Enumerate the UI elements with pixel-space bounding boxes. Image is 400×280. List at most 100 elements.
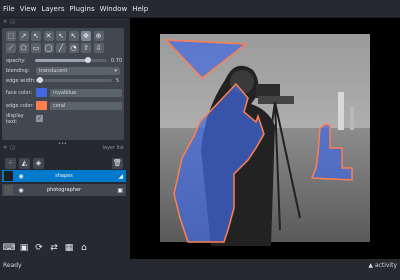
layer-name: photographer: [46, 187, 82, 193]
roll-dims-button[interactable]: ⟳: [33, 242, 45, 254]
viewer-buttons: ⌨ ▣ ⟳ ⇄ ▦ ⌂: [0, 240, 130, 256]
transform-icon: ⊕: [95, 31, 102, 40]
float-dock-icon[interactable]: ◲: [10, 145, 15, 151]
points-icon: ⁘: [7, 159, 14, 167]
layer-row-shapes[interactable]: ◉ shapes ◢: [2, 170, 126, 182]
status-text: Ready: [3, 261, 22, 269]
layer-buttons: ⁘ ◭ ◈ 🗑: [2, 156, 126, 170]
select-vertices-icon: ↖: [33, 31, 39, 40]
tool-grid: ⬚ ↗ ↖ ✕ ↖ ↖ ✥ ⊕ ⟋ ⬠ ▭ ◯ ╱ ◔ ⇧ ⇩: [6, 31, 105, 53]
delete-layer-button[interactable]: 🗑: [112, 157, 123, 169]
rectangle-icon: ▭: [32, 43, 40, 52]
opacity-slider[interactable]: [34, 57, 107, 63]
ellipse-button[interactable]: ◯: [43, 43, 54, 53]
blending-row: blending: translucent ▾: [6, 66, 122, 75]
select-shapes-icon: ↖: [58, 31, 64, 40]
menu-plugins[interactable]: Plugins: [70, 5, 95, 13]
face-color-input[interactable]: royalblue: [50, 88, 122, 97]
edge-color-input[interactable]: coral: [50, 101, 122, 110]
opacity-value: 0.70: [110, 57, 122, 64]
float-dock-icon[interactable]: ◲: [10, 19, 15, 25]
vertex-remove-button[interactable]: ↗: [18, 31, 29, 41]
path-icon: ⟋: [8, 43, 14, 52]
blending-select[interactable]: translucent ▾: [36, 66, 120, 75]
pan-zoom-button[interactable]: ✥: [81, 31, 91, 41]
face-color-swatch[interactable]: [36, 88, 47, 97]
polygon-icon: ⬠: [20, 43, 27, 52]
path-button[interactable]: ⟋: [6, 43, 16, 53]
opacity-label: opacity:: [6, 57, 26, 64]
close-dock-icon[interactable]: ✕: [3, 19, 7, 25]
terminal-icon: ⌨: [2, 243, 16, 253]
new-shapes-layer-button[interactable]: ◭: [19, 157, 30, 169]
layer-list-title: layer list: [102, 145, 124, 151]
face-color-label: face color:: [6, 89, 33, 96]
layer-controls-titlebar: ✕ ◲: [0, 18, 128, 26]
labels-icon: ◈: [35, 159, 42, 167]
vertex-remove-icon: ↗: [20, 31, 27, 40]
polygon-button[interactable]: ⬠: [18, 43, 29, 53]
move-back-button[interactable]: ⇩: [93, 43, 104, 53]
move-front-icon: ⇧: [83, 43, 89, 52]
line-button[interactable]: ╱: [56, 43, 66, 53]
menu-window[interactable]: Window: [100, 5, 128, 13]
vertex-insert-button[interactable]: ⬚: [6, 31, 16, 41]
transpose-icon: ⇄: [50, 243, 58, 253]
activity-toggle[interactable]: ▲ activity: [368, 262, 397, 269]
rectangle-button[interactable]: ▭: [31, 43, 41, 53]
layer-list-titlebar: ✕ ◲ layer list: [0, 144, 128, 152]
edge-width-row: edge width: 5: [6, 76, 122, 85]
pan-zoom-icon: ✥: [83, 31, 89, 40]
delete-shape-button[interactable]: ✕: [43, 31, 54, 41]
direct-select-icon: ↖: [70, 31, 77, 40]
edge-width-slider[interactable]: [36, 77, 112, 83]
select-vertices-button[interactable]: ↖: [31, 31, 41, 41]
layer-controls-panel: ⬚ ↗ ↖ ✕ ↖ ↖ ✥ ⊕ ⟋ ⬠ ▭ ◯ ╱ ◔ ⇧ ⇩ opacity: 0.70 blending:…: [2, 28, 124, 140]
transpose-button[interactable]: ⇄: [48, 242, 60, 254]
canvas-svg: [160, 34, 370, 246]
select-shapes-button[interactable]: ↖: [56, 31, 66, 41]
home-icon: ⌂: [81, 243, 87, 253]
shapes-icon: ◭: [21, 159, 28, 167]
left-dock: ✕ ◲ ⬚ ↗ ↖ ✕ ↖ ↖ ✥ ⊕ ⟋ ⬠ ▭ ◯ ╱ ◔ ⇧ ⇩ opacity: 0.70 blend…: [0, 18, 128, 259]
edge-width-value: 5: [116, 77, 120, 84]
menu-help[interactable]: Help: [132, 5, 148, 13]
square-icon: ▣: [19, 243, 29, 253]
menu-file[interactable]: File: [3, 5, 15, 13]
move-back-icon: ⇩: [95, 43, 102, 52]
menu-view[interactable]: View: [20, 5, 37, 13]
move-front-button[interactable]: ⇧: [81, 43, 91, 53]
display-text-label: display text:: [6, 112, 24, 125]
display-text-row: display text: ✓: [6, 112, 122, 125]
face-color-row: face color: royalblue: [6, 87, 122, 98]
home-button[interactable]: ⌂: [78, 242, 90, 254]
new-labels-layer-button[interactable]: ◈: [33, 157, 44, 169]
display-text-checkbox[interactable]: ✓: [36, 115, 43, 122]
vertex-insert-icon: ⬚: [7, 31, 15, 40]
blending-value: translucent: [39, 67, 68, 74]
blending-label: blending:: [6, 67, 30, 74]
transform-button[interactable]: ⊕: [93, 31, 104, 41]
menu-layers[interactable]: Layers: [41, 5, 64, 13]
edge-color-label: edge color:: [6, 102, 34, 109]
direct-select-button[interactable]: ↖: [68, 31, 79, 41]
ellipse-icon: ◯: [44, 43, 53, 52]
new-points-layer-button[interactable]: ⁘: [5, 157, 16, 169]
grid-view-button[interactable]: ▦: [63, 242, 75, 254]
layer-name: shapes: [55, 173, 73, 179]
edge-width-slider-handle[interactable]: [36, 77, 43, 83]
ndisplay-button[interactable]: ▣: [18, 242, 30, 254]
viewer-canvas[interactable]: [130, 18, 400, 259]
edge-width-label: edge width:: [6, 77, 36, 84]
close-dock-icon[interactable]: ✕: [3, 145, 7, 151]
console-button[interactable]: ⌨: [2, 242, 16, 254]
layer-row-photographer[interactable]: ◉ photographer ▣: [2, 184, 126, 196]
shapes-layer-icon: ◢: [118, 172, 123, 180]
status-bar: Ready ▲ activity: [0, 259, 400, 271]
lasso-button[interactable]: ◔: [68, 43, 79, 53]
opacity-slider-handle[interactable]: [84, 57, 91, 63]
layer-list: ◉ shapes ◢ ◉ photographer ▣: [2, 170, 126, 200]
chevron-down-icon: ▾: [114, 67, 117, 74]
edge-color-swatch[interactable]: [36, 101, 47, 110]
menu-bar: File View Layers Plugins Window Help: [0, 0, 400, 18]
